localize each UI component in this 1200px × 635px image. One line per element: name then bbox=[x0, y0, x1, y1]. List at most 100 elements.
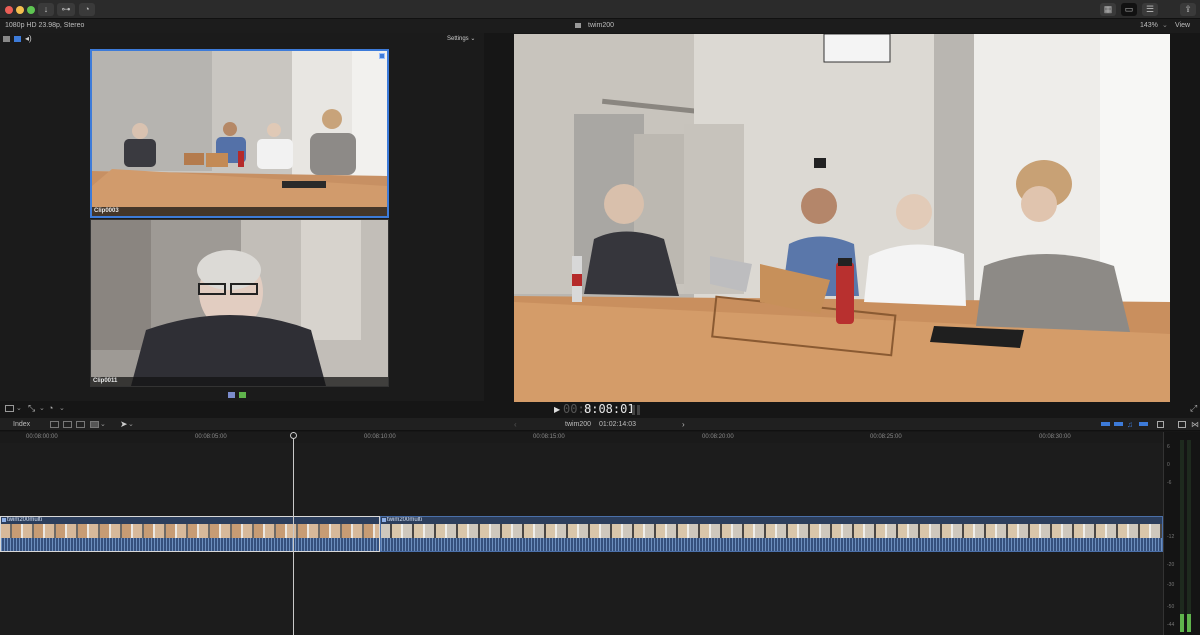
effects-browser-icon[interactable] bbox=[1178, 421, 1186, 428]
select-tool-icon[interactable]: ➤ bbox=[120, 418, 128, 431]
playhead[interactable] bbox=[293, 432, 294, 635]
chevron-down-icon: ⌄ bbox=[128, 421, 134, 428]
ruler-tick-label: 00:08:30:00 bbox=[1039, 434, 1071, 440]
viewer-info-bar: 1080p HD 23.98p, Stereo twim200 143% ⌄ V… bbox=[0, 19, 1200, 33]
angle-clip0003[interactable]: Clip0003 bbox=[90, 49, 389, 218]
multicam-clip-icon bbox=[382, 518, 386, 522]
import-button[interactable]: ↓ bbox=[38, 3, 54, 16]
timeline-clip[interactable]: twim200multi bbox=[380, 516, 1163, 552]
meter-scale-label: -20 bbox=[1167, 562, 1175, 568]
fullscreen-icon[interactable]: ⤢ bbox=[1190, 403, 1197, 414]
audio-lanes-icon[interactable] bbox=[1114, 422, 1123, 426]
angle-settings-menu[interactable]: Settings ⌄ bbox=[447, 35, 475, 42]
audio-meter-left bbox=[632, 405, 635, 415]
view-menu[interactable]: View bbox=[1175, 19, 1190, 33]
timeline-project-name: twim200 bbox=[565, 421, 592, 428]
angle-bank-2-icon[interactable] bbox=[239, 392, 246, 398]
angle-label: Clip0011 bbox=[91, 377, 388, 386]
ruler-tick-label: 00:08:05:00 bbox=[195, 434, 227, 440]
snapping-icon[interactable] bbox=[1139, 422, 1148, 426]
inspector-toggle-button[interactable]: ☰ bbox=[1142, 3, 1158, 16]
close-window-button[interactable] bbox=[5, 6, 13, 14]
clip-appearance-icon[interactable] bbox=[5, 405, 14, 412]
playhead-handle[interactable] bbox=[290, 432, 297, 439]
connect-clip-icon[interactable] bbox=[50, 421, 59, 428]
meter-level-left bbox=[1180, 614, 1184, 632]
audio-meter-right bbox=[637, 405, 640, 415]
transitions-browser-icon[interactable]: ⋈ bbox=[1191, 418, 1199, 431]
progress-circle-icon: ◔ bbox=[84, 4, 90, 14]
ruler-tick-label: 00:08:25:00 bbox=[870, 434, 902, 440]
timeline-icon: ▭ bbox=[1124, 4, 1134, 14]
meter-level-right bbox=[1187, 614, 1191, 632]
clip-appearance-icon[interactable] bbox=[1157, 421, 1164, 428]
zoom-window-button[interactable] bbox=[27, 6, 35, 14]
keywords-button[interactable]: ⊶ bbox=[57, 3, 75, 16]
zoom-popup[interactable]: 143% bbox=[1140, 19, 1158, 33]
browser-toggle-button[interactable]: ▦ bbox=[1100, 3, 1116, 16]
forward-arrow-icon[interactable]: › bbox=[682, 418, 685, 431]
minimize-window-button[interactable] bbox=[16, 6, 24, 14]
video-only-switch-icon[interactable] bbox=[14, 36, 21, 42]
clapper-icon bbox=[575, 23, 581, 28]
speed-gauge-icon[interactable]: ◔ bbox=[48, 403, 53, 413]
meter-scale-label: 0 bbox=[1167, 462, 1170, 468]
key-icon: ⊶ bbox=[61, 4, 71, 14]
chevron-down-icon: ⌄ bbox=[100, 421, 106, 428]
transform-tools-icon[interactable]: ⤡ bbox=[28, 403, 35, 414]
download-arrow-icon: ↓ bbox=[43, 4, 49, 14]
clip-name: twim200multi bbox=[7, 517, 43, 523]
meter-scale-label: -12 bbox=[1167, 534, 1175, 540]
audio-only-switch-icon[interactable]: ◂) bbox=[25, 34, 32, 43]
angle-clip0011[interactable]: Clip0011 bbox=[90, 219, 389, 387]
timeline-header: Index ⌄ ➤ ⌄ ‹ twim200 01:02:14:03 › ♫ ⋈ bbox=[0, 418, 1200, 431]
ruler-tick-label: 00:08:10:00 bbox=[364, 434, 396, 440]
timecode-display[interactable]: 8:08:01 bbox=[584, 402, 635, 416]
meter-channel-right bbox=[1187, 440, 1191, 632]
overwrite-clip-icon[interactable] bbox=[90, 421, 99, 428]
insert-clip-icon[interactable] bbox=[63, 421, 72, 428]
chevron-down-icon: ⌄ bbox=[39, 405, 45, 412]
grid-icon: ▦ bbox=[1103, 4, 1113, 14]
timeline-tracks[interactable]: twim200multi twim200multi bbox=[0, 443, 1163, 635]
multicam-clip-icon bbox=[2, 518, 6, 522]
project-title: twim200 bbox=[588, 22, 615, 29]
background-tasks-button[interactable]: ◔ bbox=[79, 3, 95, 16]
timeline-duration: 01:02:14:03 bbox=[599, 421, 636, 428]
share-button[interactable]: ⇪ bbox=[1180, 3, 1196, 16]
video-animation-icon[interactable] bbox=[1101, 422, 1110, 426]
angle-clip0003-image bbox=[92, 51, 387, 216]
headphones-icon[interactable]: ♫ bbox=[1127, 418, 1133, 431]
sliders-icon: ☰ bbox=[1145, 4, 1155, 14]
chevron-down-icon: ⌄ bbox=[1162, 22, 1168, 29]
settings-label: Settings bbox=[447, 36, 469, 42]
chevron-down-icon: ⌄ bbox=[16, 405, 22, 412]
angle-label: Clip0003 bbox=[92, 207, 387, 216]
share-icon: ⇪ bbox=[1184, 4, 1192, 14]
meter-scale-label: -44 bbox=[1167, 622, 1175, 628]
viewer-controls: ⌄ ⤡ ⌄ ◔ ⌄ ▶ 00:0 8:08:01 ⤢ bbox=[0, 402, 1200, 418]
play-button[interactable]: ▶ bbox=[554, 405, 560, 414]
ruler-tick-label: 00:08:15:00 bbox=[533, 434, 565, 440]
meter-scale-label: -30 bbox=[1167, 582, 1175, 588]
index-button[interactable]: Index bbox=[13, 418, 30, 431]
chevron-down-icon: ⌄ bbox=[59, 405, 65, 412]
clip-audio-waveform bbox=[1, 538, 379, 551]
viewer-frame-image bbox=[514, 34, 1170, 402]
append-clip-icon[interactable] bbox=[76, 421, 85, 428]
audio-meters: 6 0 -6 -12 -20 -30 -50 -44 bbox=[1163, 432, 1200, 635]
format-label: 1080p HD 23.98p, Stereo bbox=[5, 22, 85, 29]
timeline-clip-selected[interactable]: twim200multi bbox=[0, 516, 380, 552]
meter-channel-left bbox=[1180, 440, 1184, 632]
clip-audio-waveform bbox=[381, 538, 1162, 551]
ruler-tick-label: 00:08:20:00 bbox=[702, 434, 734, 440]
back-arrow-icon[interactable]: ‹ bbox=[514, 418, 517, 431]
main-viewer[interactable] bbox=[514, 34, 1170, 402]
ruler-tick-label: 00:08:00:00 bbox=[26, 434, 58, 440]
timeline-ruler[interactable]: 00:08:00:00 00:08:05:00 00:08:10:00 00:0… bbox=[0, 432, 1163, 443]
angle-bank-1-icon[interactable] bbox=[228, 392, 235, 398]
video-audio-switch-icon[interactable] bbox=[3, 36, 10, 42]
clip-filmstrip bbox=[381, 524, 1162, 538]
timeline-toggle-button[interactable]: ▭ bbox=[1121, 3, 1137, 16]
clip-filmstrip bbox=[1, 524, 379, 538]
